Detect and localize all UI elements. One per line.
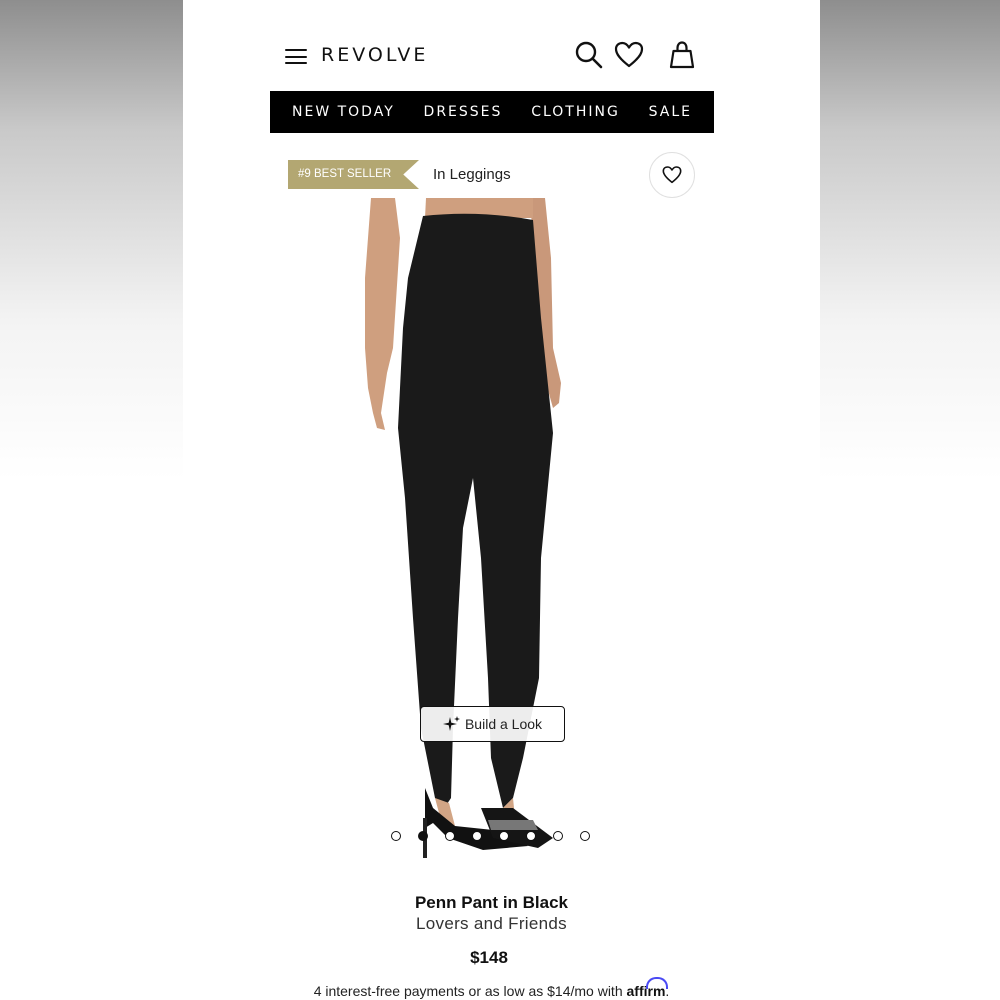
- build-a-look-button[interactable]: Build a Look: [420, 706, 565, 742]
- gallery-dot-3[interactable]: [445, 831, 455, 841]
- best-seller-category[interactable]: In Leggings: [433, 166, 511, 183]
- heart-icon[interactable]: [614, 40, 644, 70]
- gallery-dot-7[interactable]: [553, 831, 563, 841]
- nav-dresses[interactable]: DRESSES: [424, 104, 503, 120]
- search-icon[interactable]: [574, 40, 604, 70]
- financing-label: 4 interest-free payments or as low as $1…: [313, 983, 623, 999]
- nav-clothing[interactable]: CLOTHING: [531, 104, 620, 120]
- gallery-dot-6[interactable]: [526, 831, 536, 841]
- nav-new-today[interactable]: NEW TODAY: [292, 104, 395, 120]
- backdrop-right: [820, 0, 1000, 1000]
- gallery-dot-5[interactable]: [499, 831, 509, 841]
- shopping-bag-icon[interactable]: [667, 40, 697, 70]
- product-page: REVOLVE NEW TODAY DRESSES CLOTHING SALE …: [183, 0, 820, 1000]
- category-nav: NEW TODAY DRESSES CLOTHING SALE: [270, 91, 714, 133]
- gallery-dot-8[interactable]: [580, 831, 590, 841]
- product-designer[interactable]: Lovers and Friends: [183, 914, 800, 934]
- heart-icon: [662, 166, 682, 184]
- backdrop-left: [0, 0, 183, 1000]
- affirm-logo[interactable]: affirm: [627, 983, 666, 999]
- product-image[interactable]: [363, 198, 583, 868]
- best-seller-badge: #9 BEST SELLER: [288, 160, 419, 189]
- gallery-dot-2[interactable]: [418, 831, 428, 841]
- favorite-button[interactable]: [649, 152, 695, 198]
- gallery-dot-1[interactable]: [391, 831, 401, 841]
- brand-logo[interactable]: REVOLVE: [321, 44, 428, 66]
- gallery-dot-4[interactable]: [472, 831, 482, 841]
- menu-icon[interactable]: [285, 49, 307, 65]
- nav-sale[interactable]: SALE: [649, 104, 692, 120]
- sparkle-icon: [442, 716, 460, 731]
- gallery-pagination: [391, 831, 590, 841]
- financing-text: 4 interest-free payments or as low as $1…: [183, 983, 800, 999]
- product-price: $148: [470, 948, 508, 967]
- build-a-look-label: Build a Look: [464, 716, 543, 732]
- product-title: Penn Pant in Black: [414, 893, 569, 912]
